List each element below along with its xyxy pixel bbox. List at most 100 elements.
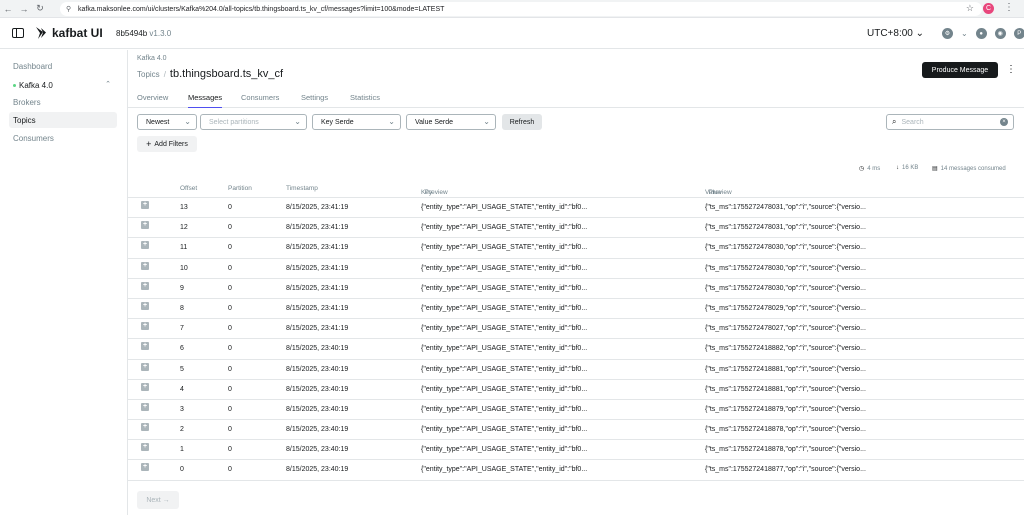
sidebar-cluster[interactable]: Kafka 4.0 ⌃ <box>9 77 117 93</box>
cell-offset: 12 <box>180 224 188 232</box>
timezone-value: UTC+8:00 <box>867 28 913 39</box>
app-header: kafbat UI 8b5494b v1.3.0 UTC+8:00 ⌄ ⚙ ⌄ … <box>0 18 1024 49</box>
expand-row-icon[interactable]: + <box>141 423 149 432</box>
value-preview-link[interactable]: Preview <box>709 189 732 196</box>
add-filters-button[interactable]: + Add Filters <box>137 136 197 152</box>
tab-consumers[interactable]: Consumers <box>241 93 279 108</box>
arrow-down-icon: ↓ <box>896 165 899 171</box>
forward-icon[interactable]: → <box>16 1 32 17</box>
breadcrumb-topics-link[interactable]: Topics <box>137 70 160 79</box>
sidebar-item-topics[interactable]: Topics <box>9 112 117 128</box>
table-row[interactable]: +4 0 8/15/2025, 23:40:19 {"entity_type":"AP… <box>128 380 1024 400</box>
more-options-icon[interactable]: ⋮ <box>1006 64 1016 75</box>
sidebar-item-brokers[interactable]: Brokers <box>9 94 117 110</box>
produce-message-button[interactable]: Produce Message <box>922 62 998 78</box>
product-hunt-icon[interactable]: P <box>1013 28 1024 39</box>
user-icon[interactable]: ⚙ <box>942 28 953 39</box>
cell-partition: 0 <box>228 284 232 292</box>
cell-offset: 6 <box>180 345 184 353</box>
chevron-down-icon[interactable]: ⌄ <box>961 29 968 38</box>
github-icon[interactable]: ● <box>975 28 987 39</box>
cell-partition: 0 <box>228 264 232 272</box>
profile-avatar[interactable]: C <box>983 3 994 14</box>
cell-timestamp: 8/15/2025, 23:41:19 <box>286 325 349 333</box>
table-row[interactable]: +9 0 8/15/2025, 23:41:19 {"entity_type":"AP… <box>128 279 1024 299</box>
table-row[interactable]: +11 0 8/15/2025, 23:41:19 {"entity_type":"A… <box>128 238 1024 259</box>
cluster-status-dot <box>13 83 16 87</box>
cell-partition: 0 <box>228 244 232 252</box>
meta-duration: ◷ 4 ms <box>859 165 880 173</box>
key-serde-select[interactable]: Key Serde ⌄ <box>312 114 401 130</box>
site-info-icon[interactable]: ⚲ <box>66 5 74 13</box>
back-icon[interactable]: ← <box>0 1 16 17</box>
expand-row-icon[interactable]: + <box>141 201 149 209</box>
cell-value: {"ts_ms":1755272478031,"op":"i","source"… <box>705 204 866 211</box>
table-row[interactable]: +7 0 8/15/2025, 23:41:19 {"entity_type":"AP… <box>128 319 1024 340</box>
refresh-button[interactable]: Refresh <box>502 114 542 130</box>
expand-row-icon[interactable]: + <box>141 281 149 290</box>
chevron-down-icon: ⌄ <box>388 117 395 126</box>
cell-partition: 0 <box>228 204 232 211</box>
search-input[interactable]: ⌕ Search × <box>886 114 1014 130</box>
expand-row-icon[interactable]: + <box>141 322 149 331</box>
table-row[interactable]: +8 0 8/15/2025, 23:41:19 {"entity_type":"AP… <box>128 299 1024 320</box>
cell-key: {"entity_type":"API_USAGE_STATE","entity… <box>421 304 588 312</box>
table-row[interactable]: +10 0 8/15/2025, 23:41:19 {"entity_type":"A… <box>128 259 1024 279</box>
expand-row-icon[interactable]: + <box>141 221 149 230</box>
table-row[interactable]: +0 0 8/15/2025, 23:40:19 {"entity_type":"AP… <box>128 460 1024 481</box>
partitions-select[interactable]: Select partitions ⌄ <box>200 114 307 130</box>
table-row[interactable]: +1 0 8/15/2025, 23:40:19 {"entity_type":"AP… <box>128 440 1024 461</box>
discord-icon[interactable]: ◉ <box>994 28 1006 39</box>
url-text: kafka.maksonlee.com/ui/clusters/Kafka%20… <box>78 5 445 13</box>
cell-key: {"entity_type":"API_USAGE_STATE","entity… <box>421 224 588 232</box>
table-row[interactable]: +2 0 8/15/2025, 23:40:19 {"entity_type":"AP… <box>128 420 1024 441</box>
browser-menu-icon[interactable]: ⋮ <box>1004 2 1014 13</box>
table-row[interactable]: +6 0 8/15/2025, 23:40:19 {"entity_type":"AP… <box>128 339 1024 360</box>
expand-row-icon[interactable]: + <box>141 443 149 452</box>
cell-value: {"ts_ms":1755272478031,"op":"i","source"… <box>705 224 866 232</box>
seek-mode-select[interactable]: Newest ⌄ <box>137 114 197 130</box>
next-page-button[interactable]: Next → <box>137 491 179 509</box>
messages-table: Offset Partition Timestamp Key Preview V… <box>128 181 1024 481</box>
sidebar-item-dashboard[interactable]: Dashboard <box>9 58 117 74</box>
cell-offset: 10 <box>180 264 188 272</box>
cell-timestamp: 8/15/2025, 23:41:19 <box>286 284 349 292</box>
reload-icon[interactable]: ↻ <box>32 1 48 17</box>
table-row[interactable]: +13 0 8/15/2025, 23:41:19 {"entity_type":"A… <box>128 198 1024 219</box>
address-bar[interactable]: ⚲ kafka.maksonlee.com/ui/clusters/Kafka%… <box>60 2 982 16</box>
table-row[interactable]: +3 0 8/15/2025, 23:40:19 {"entity_type":"AP… <box>128 400 1024 421</box>
expand-row-icon[interactable]: + <box>141 342 149 351</box>
expand-row-icon[interactable]: + <box>141 362 149 371</box>
cell-offset: 5 <box>180 365 184 373</box>
expand-row-icon[interactable]: + <box>141 382 149 391</box>
tab-messages[interactable]: Messages <box>188 93 223 108</box>
value-serde-select[interactable]: Value Serde ⌄ <box>406 114 496 130</box>
expand-row-icon[interactable]: + <box>141 463 149 472</box>
table-row[interactable]: +5 0 8/15/2025, 23:40:19 {"entity_type":"AP… <box>128 360 1024 380</box>
table-header: Offset Partition Timestamp Key Preview V… <box>128 181 1024 198</box>
cell-offset: 13 <box>180 204 188 211</box>
sidebar-cluster-label: Kafka 4.0 <box>19 80 53 90</box>
expand-row-icon[interactable]: + <box>141 241 149 250</box>
table-body: +13 0 8/15/2025, 23:41:19 {"entity_type":"A… <box>128 198 1024 481</box>
cell-partition: 0 <box>228 304 232 312</box>
chevron-down-icon: ⌄ <box>294 117 301 126</box>
tab-overview[interactable]: Overview <box>137 93 168 108</box>
expand-row-icon[interactable]: + <box>141 301 149 310</box>
search-icon: ⌕ <box>892 117 897 126</box>
sidebar-item-consumers[interactable]: Consumers <box>9 130 117 146</box>
expand-row-icon[interactable]: + <box>141 261 149 270</box>
timezone-select[interactable]: UTC+8:00 ⌄ <box>867 28 924 39</box>
sidebar-toggle-icon[interactable] <box>12 28 24 38</box>
expand-row-icon[interactable]: + <box>141 402 149 411</box>
cell-key: {"entity_type":"API_USAGE_STATE","entity… <box>421 466 588 474</box>
bookmark-star-icon[interactable]: ☆ <box>966 3 974 14</box>
key-preview-link[interactable]: Preview <box>425 189 448 196</box>
cell-offset: 4 <box>180 385 184 393</box>
clear-search-icon[interactable]: × <box>1000 118 1008 126</box>
tab-statistics[interactable]: Statistics <box>350 93 380 108</box>
app-logo-text[interactable]: kafbat UI <box>52 26 103 40</box>
table-row[interactable]: +12 0 8/15/2025, 23:41:19 {"entity_type":"A… <box>128 218 1024 239</box>
tab-settings[interactable]: Settings <box>301 93 328 108</box>
cell-value: {"ts_ms":1755272418881,"op":"i","source"… <box>705 365 866 373</box>
